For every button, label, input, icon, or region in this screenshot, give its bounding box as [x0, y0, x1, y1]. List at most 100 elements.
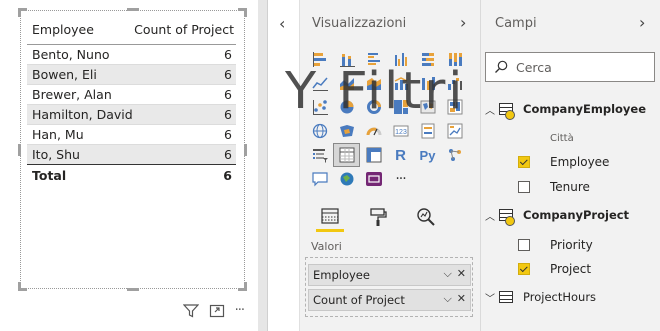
field-item[interactable]: Città [481, 127, 660, 149]
visualizations-tabs [316, 202, 440, 232]
cell-employee: Hamilton, David [32, 107, 133, 122]
r-script-visual-icon[interactable]: R [387, 143, 414, 167]
analytics-tab[interactable] [412, 202, 440, 232]
column-header-count[interactable]: Count of Project [134, 22, 234, 37]
100-stacked-column-icon[interactable] [441, 47, 468, 71]
resize-handle-top[interactable] [127, 8, 139, 11]
table-row[interactable]: Brewer, Alan 6 [27, 85, 236, 105]
matrix-icon[interactable] [360, 143, 387, 167]
field-item[interactable]: Priority [481, 234, 660, 256]
table-icon [499, 209, 515, 226]
cell-count: 6 [224, 47, 232, 62]
cell-count: 6 [224, 127, 232, 142]
field-pill[interactable]: Employee ⌵ ✕ [308, 264, 471, 286]
column-header-employee[interactable]: Employee [32, 22, 94, 37]
resize-handle-left[interactable] [18, 144, 21, 156]
visual-header-toolbar: ··· [182, 303, 245, 318]
data-table: Employee Count of Project Bento, Nuno 6 … [27, 15, 236, 185]
resize-handle-right[interactable] [244, 144, 247, 156]
table-visual[interactable]: Employee Count of Project Bento, Nuno 6 … [18, 8, 247, 318]
fields-grid-icon [321, 207, 339, 224]
field-item[interactable]: Employee [481, 151, 660, 173]
field-pill[interactable]: Count of Project ⌵ ✕ [308, 289, 471, 311]
gauge-icon[interactable] [360, 119, 387, 143]
fields-tab[interactable] [316, 202, 344, 232]
field-checkbox[interactable] [518, 181, 530, 193]
chevron-right-icon[interactable]: › [460, 13, 466, 32]
donut-chart-icon[interactable] [360, 95, 387, 119]
search-input[interactable]: Cerca [485, 52, 655, 82]
filter-icon[interactable] [182, 303, 199, 318]
slicer-icon[interactable] [306, 143, 333, 167]
pie-chart-icon[interactable] [333, 95, 360, 119]
report-canvas[interactable]: Employee Count of Project Bento, Nuno 6 … [0, 0, 258, 331]
power-apps-visual-icon[interactable] [360, 167, 387, 191]
close-icon[interactable]: ✕ [457, 292, 466, 306]
map-icon[interactable] [414, 95, 441, 119]
field-item[interactable]: Project [481, 258, 660, 280]
key-influencers-icon[interactable] [441, 143, 468, 167]
arcgis-map-icon[interactable] [333, 167, 360, 191]
values-well[interactable]: Employee ⌵ ✕ Count of Project ⌵ ✕ [305, 257, 473, 317]
multi-row-card-icon[interactable] [414, 119, 441, 143]
visualizations-title: Visualizzazioni [312, 16, 407, 31]
close-icon[interactable]: ✕ [457, 267, 466, 281]
table-row[interactable]: Bowen, Eli 6 [27, 65, 236, 85]
filled-map-icon[interactable] [441, 95, 468, 119]
globe-map-icon[interactable] [306, 119, 333, 143]
shape-map-icon[interactable] [333, 119, 360, 143]
kpi-icon[interactable] [441, 119, 468, 143]
cell-count: 6 [224, 147, 232, 162]
field-checkbox[interactable] [518, 156, 530, 168]
resize-handle-bottom[interactable] [127, 288, 139, 291]
values-well-label: Valori [311, 240, 342, 253]
table-total-row: Total 6 [27, 165, 236, 185]
100-stacked-bar-icon[interactable] [414, 47, 441, 71]
clustered-column-chart-icon[interactable] [387, 47, 414, 71]
line-column-chart-icon[interactable] [387, 71, 414, 95]
field-table-companyemployee[interactable]: ︿ CompanyEmployee [481, 98, 660, 120]
table-row[interactable]: Han, Mu 6 [27, 125, 236, 145]
field-table-projecthours[interactable]: ﹀ ProjectHours [481, 286, 660, 308]
chevron-up-icon[interactable]: ︿ [481, 102, 499, 117]
clustered-bar-chart-icon[interactable] [360, 47, 387, 71]
chevron-down-icon[interactable]: ⌵ [443, 292, 451, 306]
format-tab[interactable] [364, 202, 392, 232]
area-chart-icon[interactable] [333, 71, 360, 95]
field-checkbox[interactable] [518, 263, 530, 275]
line-chart-icon[interactable] [306, 71, 333, 95]
table-header: Employee Count of Project [27, 15, 236, 45]
chevron-down-icon[interactable]: ﹀ [481, 290, 499, 305]
stacked-bar-chart-icon[interactable] [306, 47, 333, 71]
table-row[interactable]: Bento, Nuno 6 [27, 45, 236, 65]
cell-employee: Brewer, Alan [32, 87, 112, 102]
field-checkbox[interactable] [518, 239, 530, 251]
search-placeholder: Cerca [516, 59, 552, 75]
chevron-up-icon[interactable]: ︿ [481, 208, 499, 223]
ribbon-chart-icon[interactable] [414, 71, 441, 95]
waterfall-chart-icon[interactable] [441, 71, 468, 95]
focus-mode-icon[interactable] [209, 304, 225, 318]
chevron-left-icon[interactable]: ‹ [279, 14, 285, 33]
field-table-companyproject[interactable]: ︿ CompanyProject [481, 204, 660, 226]
total-label: Total [32, 167, 67, 183]
field-item[interactable]: Tenure [481, 176, 660, 198]
table-row[interactable]: Hamilton, David 6 [27, 105, 236, 125]
chevron-down-icon[interactable]: ⌵ [443, 267, 451, 281]
stacked-area-chart-icon[interactable] [360, 71, 387, 95]
table-visual-icon[interactable] [333, 143, 360, 167]
treemap-icon[interactable] [387, 95, 414, 119]
collapse-filters-strip[interactable]: ‹ [268, 0, 300, 331]
chevron-right-icon[interactable]: › [639, 13, 645, 32]
qa-visual-icon[interactable] [306, 167, 333, 191]
card-icon[interactable]: 123 [387, 119, 414, 143]
more-options-icon[interactable]: ··· [235, 303, 245, 318]
fields-pane: Campi › Cerca ︿ CompanyEmployee Città Em… [480, 0, 660, 331]
cell-employee: Bowen, Eli [32, 67, 97, 82]
more-visuals-icon[interactable]: ··· [387, 167, 414, 191]
visualizations-pane: ‹ Visualizzazioni › 123 R Py ··· Valori … [267, 0, 481, 331]
scatter-chart-icon[interactable] [306, 95, 333, 119]
python-visual-icon[interactable]: Py [414, 143, 441, 167]
stacked-column-chart-icon[interactable] [333, 47, 360, 71]
table-row[interactable]: Ito, Shu 6 [27, 145, 236, 165]
